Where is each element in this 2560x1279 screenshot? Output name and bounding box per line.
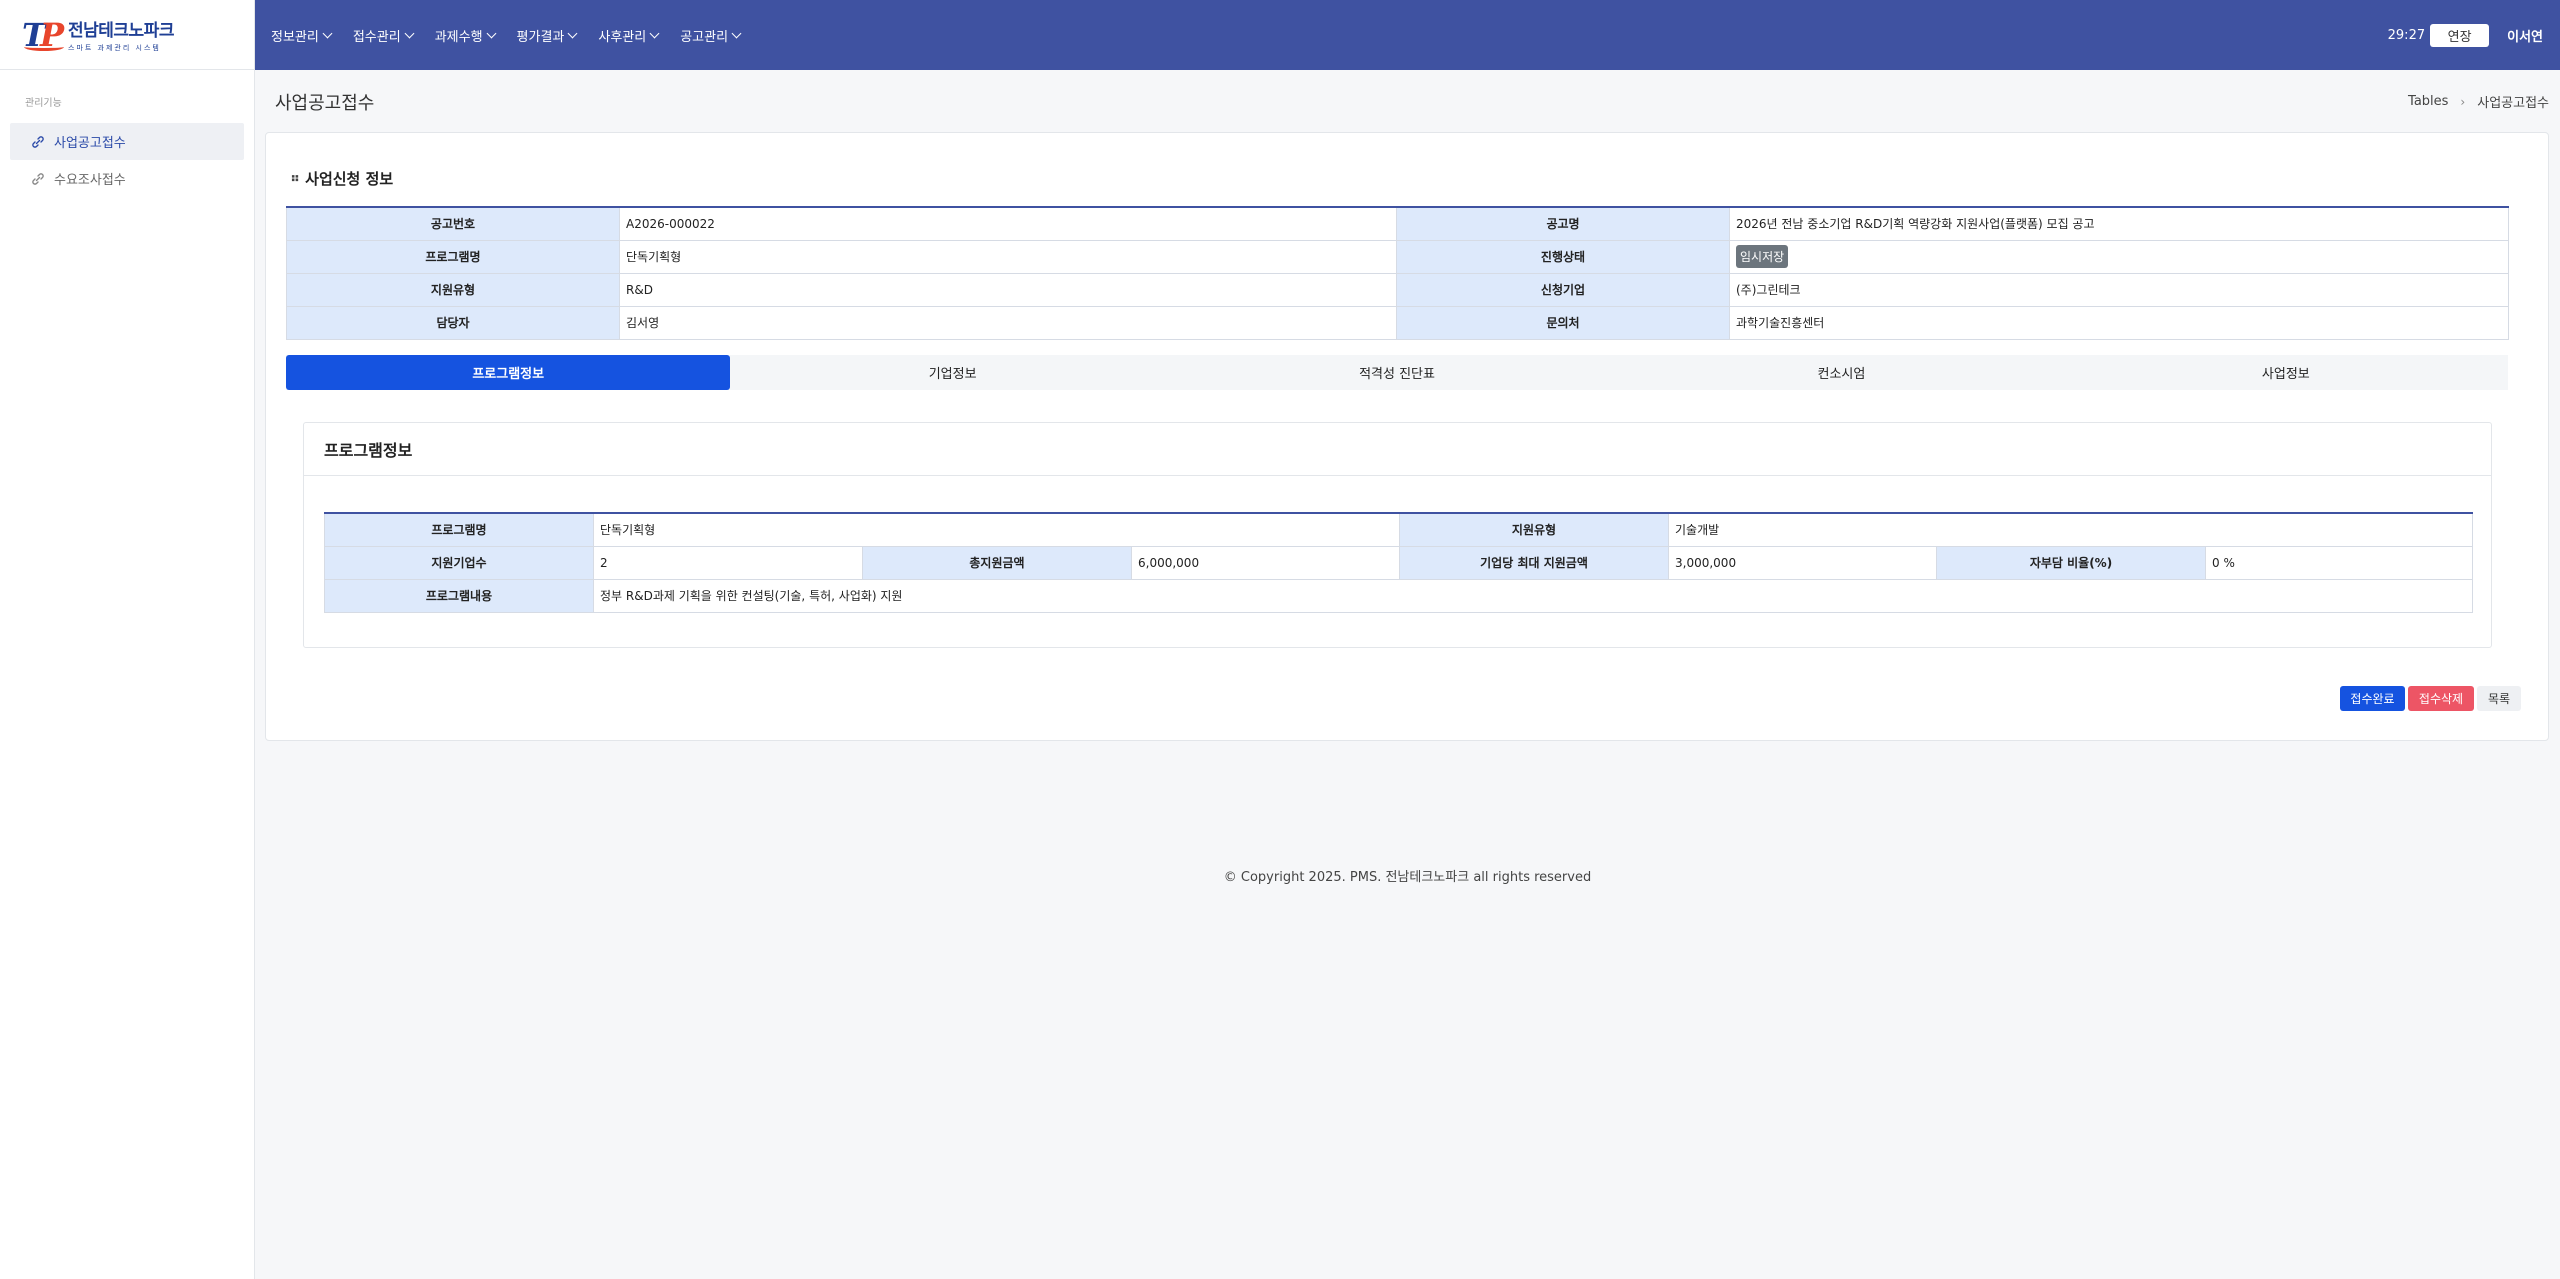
label-cell: 총지원금액: [862, 545, 1132, 580]
program-type-value: 기술개발: [1667, 512, 2474, 547]
sidebar: T P 전남테크노파크 스마트 과제관리 시스템 관리기능 사업공고접수 수요조…: [0, 0, 255, 1279]
panel-title: 프로그램정보: [304, 423, 2491, 476]
label-cell: 담당자: [286, 305, 620, 340]
max-amount-value: 3,000,000: [1668, 545, 1937, 580]
tab-business-info[interactable]: 사업정보: [2064, 355, 2508, 390]
session-timer: 29:27: [2387, 27, 2426, 43]
menu-evaluation-results[interactable]: 평가결과: [517, 26, 578, 45]
table-row: 담당자 김서영 문의처 과학기술진흥센터: [286, 305, 2509, 340]
user-name[interactable]: 이서연: [2507, 26, 2543, 45]
company-count-value: 2: [593, 545, 863, 580]
tab-consortium[interactable]: 컨소시엄: [1619, 355, 2063, 390]
sidebar-section-label: 관리기능: [25, 98, 62, 109]
label-cell: 지원기업수: [324, 545, 594, 580]
menu-receipt-management[interactable]: 접수관리: [353, 26, 415, 45]
menu-info-management[interactable]: 정보관리: [271, 26, 333, 45]
logo-title: 전남테크노파크: [68, 21, 174, 41]
program-name: 단독기획형: [619, 239, 1397, 274]
page-title: 사업공고접수: [275, 93, 375, 114]
complete-receipt-button[interactable]: 접수완료: [2340, 686, 2405, 711]
label-cell: 공고번호: [286, 206, 620, 241]
chevron-right-icon: ›: [2460, 94, 2466, 109]
self-ratio-value: 0 %: [2204, 545, 2474, 580]
breadcrumb: Tables › 사업공고접수: [2408, 92, 2549, 111]
section-title: ⠶ 사업신청 정보: [290, 170, 394, 188]
notice-number: A2026-000022: [619, 206, 1397, 241]
label-cell: 신청기업: [1396, 272, 1730, 307]
label-cell: 문의처: [1396, 305, 1730, 340]
label-cell: 공고명: [1396, 206, 1730, 241]
application-card: ⠶ 사업신청 정보 공고번호 A2026-000022 공고명 2026년 전남…: [265, 132, 2549, 741]
tab-eligibility[interactable]: 적격성 진단표: [1175, 355, 1619, 390]
program-content-value: 정부 R&D과제 기획을 위한 컨설팅(기술, 특허, 사업화) 지원: [592, 578, 2474, 613]
link-icon: [32, 172, 44, 185]
footer-copyright: © Copyright 2025. PMS. 전남테크노파크 all right…: [1223, 870, 1592, 885]
table-row: 프로그램내용 정부 R&D과제 기획을 위한 컨설팅(기술, 특허, 사업화) …: [324, 578, 2474, 613]
delete-receipt-button[interactable]: 접수삭제: [2408, 686, 2474, 711]
chevron-down-icon: [404, 28, 415, 38]
table-row: 지원유형 R&D 신청기업 (주)그린테크: [286, 272, 2509, 307]
program-name-value: 단독기획형: [593, 512, 1400, 547]
label-cell: 자부담 비율(%): [1936, 545, 2206, 580]
total-amount-value: 6,000,000: [1131, 545, 1400, 580]
table-row: 프로그램명 단독기획형 진행상태 임시저장: [286, 239, 2509, 274]
menu-follow-up[interactable]: 사후관리: [598, 26, 660, 45]
extend-session-button[interactable]: 연장: [2430, 23, 2490, 47]
table-row: 공고번호 A2026-000022 공고명 2026년 전남 중소기업 R&D기…: [286, 206, 2509, 241]
status-badge: 임시저장: [1736, 245, 1789, 268]
program-info-table: 프로그램명 단독기획형 지원유형 기술개발 지원기업수 2 총지원금액 6,00…: [324, 512, 2474, 613]
list-button[interactable]: 목록: [2477, 686, 2521, 711]
chevron-down-icon: [322, 28, 333, 38]
action-buttons: 접수완료 접수삭제 목록: [2337, 686, 2521, 711]
detail-tabs: 프로그램정보 기업정보 적격성 진단표 컨소시엄 사업정보: [286, 355, 2508, 390]
menu-task-execution[interactable]: 과제수행: [435, 26, 496, 45]
support-type: R&D: [619, 272, 1397, 307]
application-info-table: 공고번호 A2026-000022 공고명 2026년 전남 중소기업 R&D기…: [286, 206, 2509, 340]
label-cell: 지원유형: [1399, 512, 1669, 547]
table-row: 프로그램명 단독기획형 지원유형 기술개발: [324, 512, 2474, 547]
logo[interactable]: T P 전남테크노파크 스마트 과제관리 시스템: [0, 0, 254, 70]
table-row: 지원기업수 2 총지원금액 6,000,000 기업당 최대 지원금액 3,00…: [324, 545, 2474, 580]
chevron-down-icon: [649, 28, 660, 38]
label-cell: 프로그램명: [286, 239, 620, 274]
breadcrumb-current: 사업공고접수: [2477, 96, 2549, 111]
label-cell: 기업당 최대 지원금액: [1399, 545, 1669, 580]
grip-icon: ⠶: [290, 171, 301, 186]
link-icon: [32, 135, 44, 148]
top-navbar: 정보관리 접수관리 과제수행 평가결과 사후관리 공고관리 29:27 연장 이…: [255, 0, 2560, 70]
label-cell: 지원유형: [286, 272, 620, 307]
sidebar-item-label: 수요조사접수: [54, 173, 126, 188]
logo-subtitle: 스마트 과제관리 시스템: [68, 44, 161, 52]
notice-name: 2026년 전남 중소기업 R&D기획 역량강화 지원사업(플랫폼) 모집 공고: [1729, 206, 2509, 241]
program-info-panel: 프로그램정보 프로그램명 단독기획형 지원유형 기술개발 지원기업수 2 총지원…: [303, 422, 2492, 648]
logo-mark: T P: [22, 15, 65, 54]
chevron-down-icon: [567, 28, 578, 38]
manager-name: 김서영: [619, 305, 1397, 340]
sidebar-item-notice-receipt[interactable]: 사업공고접수: [10, 123, 244, 160]
chevron-down-icon: [486, 28, 496, 38]
sidebar-item-label: 사업공고접수: [54, 136, 126, 151]
main-menu: 정보관리 접수관리 과제수행 평가결과 사후관리 공고관리: [271, 26, 762, 45]
applicant-company: (주)그린테크: [1729, 272, 2509, 307]
chevron-down-icon: [731, 28, 742, 38]
contact-org: 과학기술진흥센터: [1729, 305, 2509, 340]
label-cell: 프로그램내용: [324, 578, 594, 613]
label-cell: 프로그램명: [324, 512, 594, 547]
label-cell: 진행상태: [1396, 239, 1730, 274]
tab-company-info[interactable]: 기업정보: [730, 355, 1174, 390]
sidebar-item-survey-receipt[interactable]: 수요조사접수: [10, 160, 244, 197]
menu-notice-management[interactable]: 공고관리: [680, 26, 742, 45]
tab-program-info[interactable]: 프로그램정보: [286, 355, 731, 390]
breadcrumb-tables[interactable]: Tables: [2408, 94, 2448, 109]
